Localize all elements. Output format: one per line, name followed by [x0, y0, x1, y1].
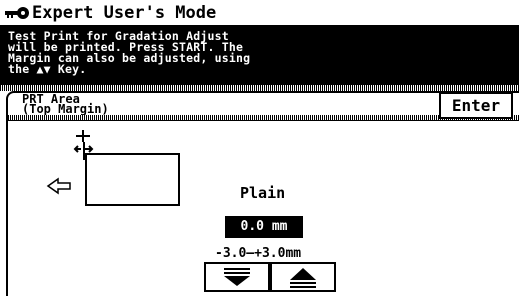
content-border — [6, 121, 8, 296]
range-label: -3.0—+3.0mm — [215, 246, 302, 261]
enter-button[interactable]: Enter — [439, 92, 513, 119]
arrow-left-icon — [46, 177, 71, 195]
window-title: Expert User's Mode — [32, 3, 217, 23]
paper-type-label: Plain — [240, 184, 286, 202]
margin-diagram — [46, 130, 180, 206]
arrow-up-icon — [290, 268, 316, 288]
header-subtitle: (Top Margin) — [22, 102, 109, 116]
margin-adjust-icon — [73, 130, 94, 160]
paper-frame-icon — [85, 153, 180, 206]
message-line: the ▲▼ Key. — [8, 62, 87, 76]
key-icon — [5, 7, 29, 19]
margin-value-display: 0.0 mm — [225, 216, 303, 238]
arrow-down-icon — [224, 268, 250, 286]
message-panel: Test Print for Gradation Adjust will be … — [0, 27, 519, 85]
decrease-button[interactable] — [204, 262, 270, 292]
increase-button[interactable] — [270, 262, 336, 292]
